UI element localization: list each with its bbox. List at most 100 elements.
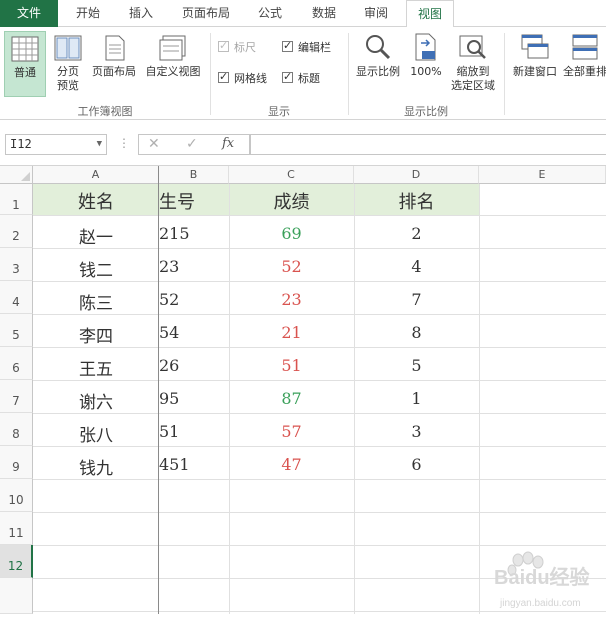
baidu-paw-logo: Baidu经验 jingyan.baidu.com <box>494 551 590 609</box>
worksheet-grid[interactable]: A B C D E 1 2 3 4 5 6 7 8 9 10 11 12 姓名 … <box>0 166 606 614</box>
cell-rank[interactable]: 5 <box>354 356 479 375</box>
cell-id[interactable]: 52 <box>159 290 229 309</box>
headings-label: 标题 <box>298 72 320 85</box>
magnifier-icon <box>366 35 391 60</box>
tab-data[interactable]: 数据 <box>300 0 348 27</box>
formula-bar-checkbox[interactable]: 编辑栏 <box>282 38 331 56</box>
page-break-preview-icon <box>54 35 82 61</box>
cell-score[interactable]: 51 <box>229 356 354 375</box>
cell-rank[interactable]: 7 <box>354 290 479 309</box>
cell-name[interactable]: 谢六 <box>33 388 159 413</box>
ruler-checkbox[interactable]: 标尺 <box>218 38 256 56</box>
row-header[interactable]: 1 <box>0 184 33 215</box>
arrange-all-button[interactable]: 全部重排 <box>563 33 606 99</box>
row-header[interactable]: 11 <box>0 512 33 545</box>
tab-review[interactable]: 审阅 <box>352 0 400 27</box>
header-cell-rank[interactable]: 排名 <box>354 188 479 214</box>
cell-id[interactable]: 451 <box>159 455 229 474</box>
cancel-icon[interactable]: ✕ <box>148 136 160 152</box>
ribbon-view: 普通 分页 预览 页面布局 自定义视图 工作簿视图 标尺 编辑栏 网格线 <box>0 27 606 120</box>
new-window-button[interactable]: 新建窗口 <box>508 33 562 99</box>
column-header-d[interactable]: D <box>354 166 479 184</box>
zoom-button[interactable]: 显示比例 <box>350 33 406 99</box>
row-header[interactable]: 9 <box>0 446 33 479</box>
cell-id[interactable]: 95 <box>159 389 229 408</box>
new-window-icon <box>521 34 549 59</box>
cell-score[interactable]: 57 <box>229 422 354 441</box>
zoom-100-label: 100% <box>410 65 442 78</box>
header-cell-id[interactable]: 生号 <box>159 188 229 214</box>
cell-name[interactable]: 钱九 <box>33 454 159 479</box>
ruler-check-icon <box>218 38 229 54</box>
column-header-e[interactable]: E <box>479 166 606 184</box>
row-header[interactable]: 2 <box>0 215 33 248</box>
row-header[interactable]: 4 <box>0 281 33 314</box>
cell-id[interactable]: 23 <box>159 257 229 276</box>
zoom-100-button[interactable]: 100% <box>408 33 444 99</box>
zoom-to-selection-label-1: 缩放到 <box>456 65 490 78</box>
gridlines-checkbox[interactable]: 网格线 <box>218 69 267 87</box>
row-header[interactable]: 5 <box>0 314 33 347</box>
cell-name[interactable]: 钱二 <box>33 256 159 281</box>
normal-view-icon <box>11 36 39 62</box>
cell-rank[interactable]: 4 <box>354 257 479 276</box>
column-header-b[interactable]: B <box>159 166 229 184</box>
cell-id[interactable]: 54 <box>159 323 229 342</box>
normal-view-button[interactable]: 普通 <box>4 31 46 97</box>
cell-rank[interactable]: 6 <box>354 455 479 474</box>
page-break-preview-button[interactable]: 分页 预览 <box>48 35 88 101</box>
tab-insert[interactable]: 插入 <box>116 0 166 27</box>
workbook-views-group-label: 工作簿视图 <box>77 105 133 118</box>
cell-score[interactable]: 52 <box>229 257 354 276</box>
page-layout-view-button[interactable]: 页面布局 <box>88 35 140 101</box>
tab-home[interactable]: 开始 <box>62 0 114 27</box>
tab-page-layout[interactable]: 页面布局 <box>170 0 242 27</box>
custom-views-button[interactable]: 自定义视图 <box>140 35 206 101</box>
tab-file[interactable]: 文件 <box>0 0 58 27</box>
grid-line <box>33 479 606 480</box>
headings-checkbox[interactable]: 标题 <box>282 69 320 87</box>
column-header-c[interactable]: C <box>229 166 354 184</box>
column-header-a[interactable]: A <box>33 166 159 184</box>
cell-rank[interactable]: 8 <box>354 323 479 342</box>
show-group-label: 显示 <box>268 105 290 118</box>
zoom-to-selection-button[interactable]: 缩放到 选定区域 <box>446 33 500 99</box>
cell-name[interactable]: 张八 <box>33 421 159 446</box>
cell-rank[interactable]: 1 <box>354 389 479 408</box>
cell-rank[interactable]: 2 <box>354 224 479 243</box>
enter-icon[interactable]: ✓ <box>186 136 198 152</box>
row-header[interactable] <box>0 578 33 614</box>
header-cell-score[interactable]: 成绩 <box>229 188 354 214</box>
row-header[interactable]: 6 <box>0 347 33 380</box>
row-header-selected[interactable]: 12 <box>0 545 33 578</box>
header-cell-name[interactable]: 姓名 <box>33 188 159 214</box>
row-header[interactable]: 3 <box>0 248 33 281</box>
cell-name[interactable]: 王五 <box>33 355 159 380</box>
cell-id[interactable]: 26 <box>159 356 229 375</box>
cell-score[interactable]: 87 <box>229 389 354 408</box>
grid-line <box>33 347 606 348</box>
cell-rank[interactable]: 3 <box>354 422 479 441</box>
grid-line <box>33 413 606 414</box>
row-header[interactable]: 8 <box>0 413 33 446</box>
row-header[interactable]: 10 <box>0 479 33 512</box>
cell-name[interactable]: 李四 <box>33 322 159 347</box>
cell-id[interactable]: 51 <box>159 422 229 441</box>
row-header[interactable]: 7 <box>0 380 33 413</box>
cell-score[interactable]: 69 <box>229 224 354 243</box>
arrange-all-icon <box>572 34 597 60</box>
cell-name[interactable]: 陈三 <box>33 289 159 314</box>
tab-formulas[interactable]: 公式 <box>246 0 294 27</box>
select-all-corner[interactable] <box>0 166 33 184</box>
cell-score[interactable]: 21 <box>229 323 354 342</box>
cell-name[interactable]: 赵一 <box>33 223 159 248</box>
tab-view[interactable]: 视图 <box>406 0 454 28</box>
insert-function-icon[interactable]: fx <box>222 136 234 151</box>
cell-score[interactable]: 47 <box>229 455 354 474</box>
name-box[interactable]: I12 ▼ <box>5 134 107 155</box>
formula-input[interactable] <box>250 134 606 155</box>
cell-score[interactable]: 23 <box>229 290 354 309</box>
formula-bar: I12 ▼ ⋮ ✕ ✓ fx <box>0 120 606 166</box>
cell-id[interactable]: 215 <box>159 224 229 243</box>
chevron-down-icon[interactable]: ▼ <box>97 135 102 154</box>
